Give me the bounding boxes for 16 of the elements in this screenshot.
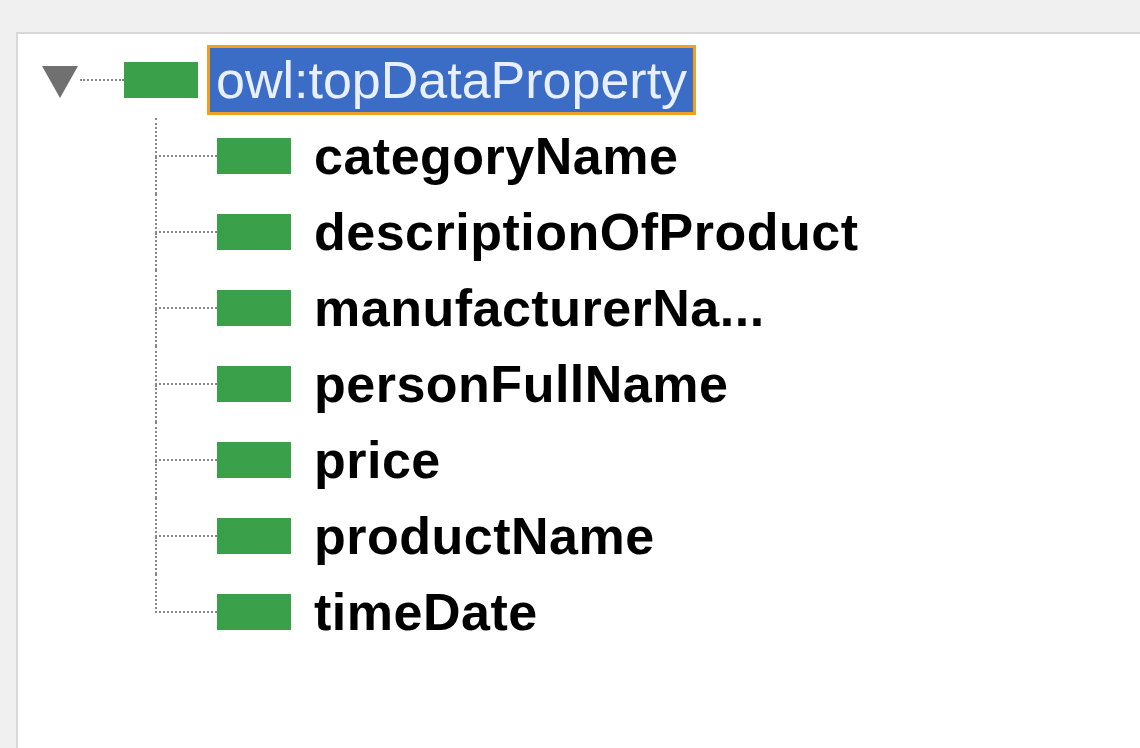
- tree-item[interactable]: owl:topDataProperty: [207, 45, 697, 115]
- tree-item[interactable]: descriptionOfProduct: [305, 197, 868, 267]
- tree-item[interactable]: manufacturerNa...: [305, 273, 774, 343]
- tree-item[interactable]: timeDate: [305, 577, 547, 647]
- property-icon: [217, 594, 291, 630]
- property-icon: [124, 62, 198, 98]
- tree-item[interactable]: categoryName: [305, 121, 688, 191]
- property-icon: [217, 518, 291, 554]
- tree-item[interactable]: price: [305, 425, 450, 495]
- property-icon: [217, 366, 291, 402]
- property-icon: [217, 138, 291, 174]
- property-icon: [217, 290, 291, 326]
- tree-item[interactable]: personFullName: [305, 349, 738, 419]
- property-icon: [217, 442, 291, 478]
- tree-item[interactable]: productName: [305, 501, 664, 571]
- property-icon: [217, 214, 291, 250]
